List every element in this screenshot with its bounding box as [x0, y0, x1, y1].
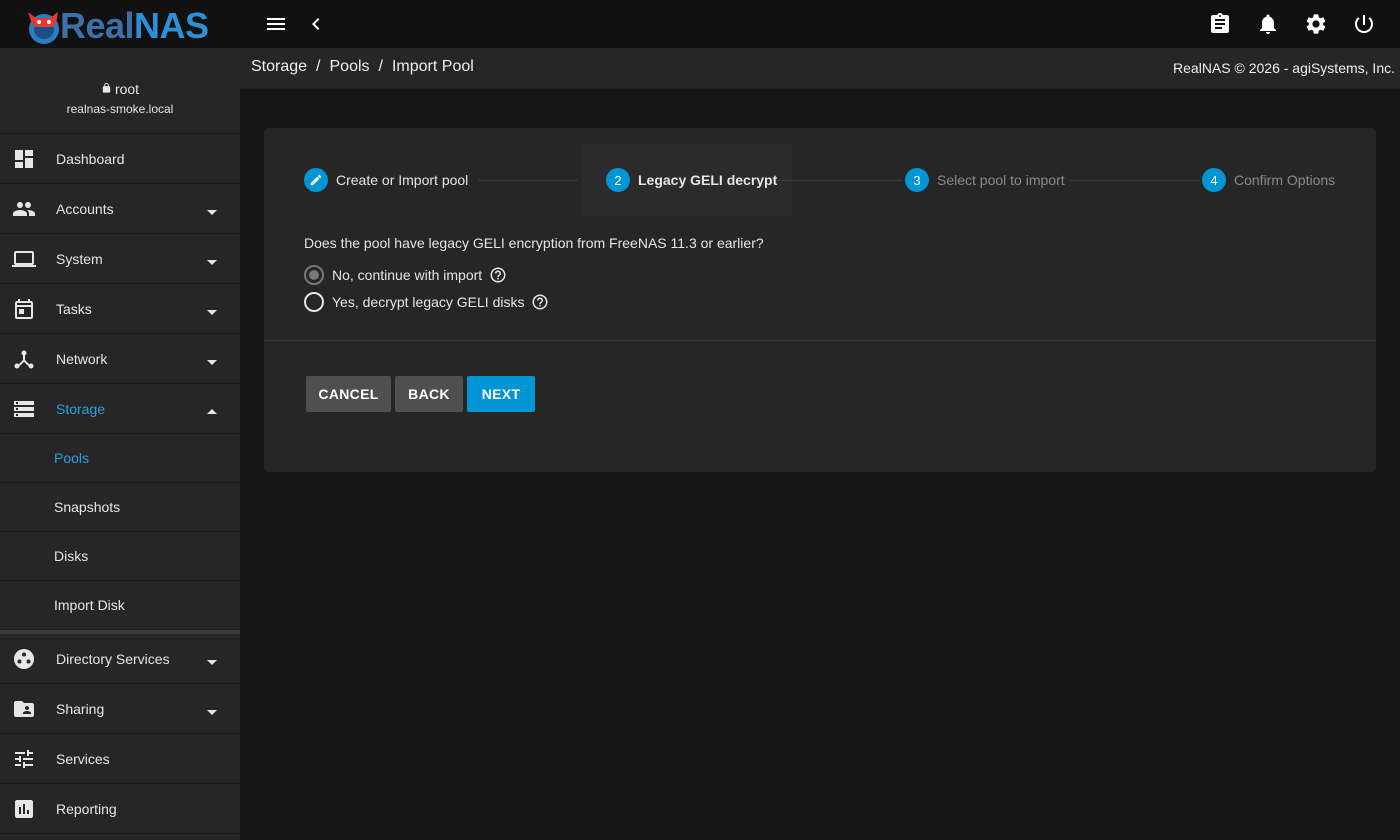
sidebar-subitem-pools[interactable]: Pools [0, 434, 240, 483]
sidebar-item-dashboard[interactable]: Dashboard [0, 134, 240, 184]
cancel-button[interactable]: CANCEL [306, 376, 391, 412]
step-legacy-geli-decrypt[interactable]: 2 Legacy GELI decrypt [606, 168, 777, 192]
sidebar-item-label: Storage [56, 400, 106, 417]
pencil-icon [304, 168, 328, 192]
caret-down-icon [206, 654, 218, 665]
copyright-text: RealNAS © 2026 - agiSystems, Inc. [1173, 60, 1395, 76]
radio-label: No, continue with import [332, 267, 483, 283]
import-pool-wizard-card: Create or Import pool 2 Legacy GELI decr… [264, 128, 1376, 472]
radio-button-no[interactable] [304, 265, 324, 285]
sidebar-item-reporting[interactable]: Reporting [0, 784, 240, 834]
realnas-logo-badge-icon [22, 6, 64, 46]
folder-shared-icon [12, 697, 36, 721]
caret-up-icon [206, 404, 218, 414]
next-button[interactable]: NEXT [467, 376, 535, 412]
sidebar-item-label: Network [56, 350, 108, 367]
caret-down-icon [206, 304, 218, 315]
caret-down-icon [206, 354, 218, 365]
breadcrumb-import-pool: Import Pool [391, 58, 474, 75]
directory-icon [12, 647, 36, 671]
geli-question: Does the pool have legacy GELI encryptio… [304, 235, 764, 251]
sidebar-subitem-disks[interactable]: Disks [0, 532, 240, 581]
help-icon[interactable] [489, 266, 507, 284]
storage-icon [12, 397, 36, 421]
clipboard-icon[interactable] [1208, 12, 1232, 36]
sidebar-item-sharing[interactable]: Sharing [0, 684, 240, 734]
radio-option-yes[interactable]: Yes, decrypt legacy GELI disks [304, 292, 549, 312]
breadcrumb: Storage / Pools / Import Pool [251, 58, 474, 76]
step-create-or-import[interactable]: Create or Import pool [304, 168, 468, 192]
sidebar-item-label: Tasks [56, 300, 92, 317]
caret-down-icon [206, 204, 218, 215]
realnas-logo[interactable]: RealNAS [22, 6, 232, 46]
chevron-left-icon[interactable] [304, 12, 328, 36]
sidebar-item-accounts[interactable]: Accounts [0, 184, 240, 234]
menu-icon[interactable] [264, 12, 288, 36]
user-info: root realnas-smoke.local [0, 48, 240, 134]
top-bar: RealNAS [0, 0, 1400, 48]
step-number: 3 [905, 168, 929, 192]
power-icon[interactable] [1352, 12, 1376, 36]
back-button[interactable]: BACK [395, 376, 463, 412]
sidebar-item-system[interactable]: System [0, 234, 240, 284]
breadcrumb-storage[interactable]: Storage [251, 58, 307, 76]
hostname: realnas-smoke.local [66, 102, 174, 116]
step-connector [478, 180, 578, 181]
sidebar-item-label: Services [56, 750, 110, 767]
sidebar-item-label: Accounts [56, 200, 114, 217]
breadcrumb-bar: Storage / Pools / Import Pool RealNAS © … [240, 48, 1400, 89]
sidebar-item-label: Directory Services [56, 650, 170, 667]
caret-down-icon [206, 254, 218, 265]
username: root [114, 81, 140, 97]
chart-icon [12, 797, 36, 821]
step-number: 2 [606, 168, 630, 192]
sidebar-item-tasks[interactable]: Tasks [0, 284, 240, 334]
bell-icon[interactable] [1256, 12, 1280, 36]
calendar-icon [12, 297, 36, 321]
sidebar-item-label: Reporting [56, 800, 117, 817]
brand-name: RealNAS [60, 5, 209, 46]
step-label: Create or Import pool [336, 172, 469, 188]
step-label: Confirm Options [1234, 172, 1336, 188]
breadcrumb-separator: / [316, 58, 321, 75]
sidebar: root realnas-smoke.local Dashboard Accou… [0, 48, 240, 840]
step-label: Select pool to import [937, 172, 1065, 188]
breadcrumb-separator: / [378, 58, 383, 75]
step-select-pool[interactable]: 3 Select pool to import [905, 168, 1065, 192]
caret-down-icon [206, 704, 218, 715]
people-icon [12, 197, 36, 221]
step-label: Legacy GELI decrypt [638, 172, 778, 188]
help-icon[interactable] [531, 293, 549, 311]
laptop-icon [12, 247, 36, 271]
tune-icon [12, 747, 36, 771]
radio-option-no[interactable]: No, continue with import [304, 265, 507, 285]
radio-button-yes[interactable] [304, 292, 324, 312]
sidebar-item-services[interactable]: Services [0, 734, 240, 784]
step-connector [776, 180, 902, 181]
sidebar-item-label: System [56, 250, 103, 267]
step-number: 4 [1202, 168, 1226, 192]
gear-icon[interactable] [1304, 12, 1328, 36]
lock-icon [101, 81, 112, 97]
sidebar-subitem-import-disk[interactable]: Import Disk [0, 581, 240, 630]
wizard-stepper: Create or Import pool 2 Legacy GELI decr… [264, 128, 1376, 228]
sidebar-subitem-snapshots[interactable]: Snapshots [0, 483, 240, 532]
breadcrumb-pools[interactable]: Pools [330, 58, 370, 76]
network-icon [12, 347, 36, 371]
sidebar-item-directory-services[interactable]: Directory Services [0, 634, 240, 684]
sidebar-item-label: Dashboard [56, 150, 125, 167]
dashboard-icon [12, 147, 36, 171]
step-confirm-options[interactable]: 4 Confirm Options [1202, 168, 1335, 192]
sidebar-item-label: Sharing [56, 700, 105, 717]
sidebar-item-storage[interactable]: Storage [0, 384, 240, 434]
card-divider [264, 340, 1376, 341]
sidebar-item-network[interactable]: Network [0, 334, 240, 384]
step-connector [1070, 180, 1200, 181]
radio-label: Yes, decrypt legacy GELI disks [332, 294, 525, 310]
